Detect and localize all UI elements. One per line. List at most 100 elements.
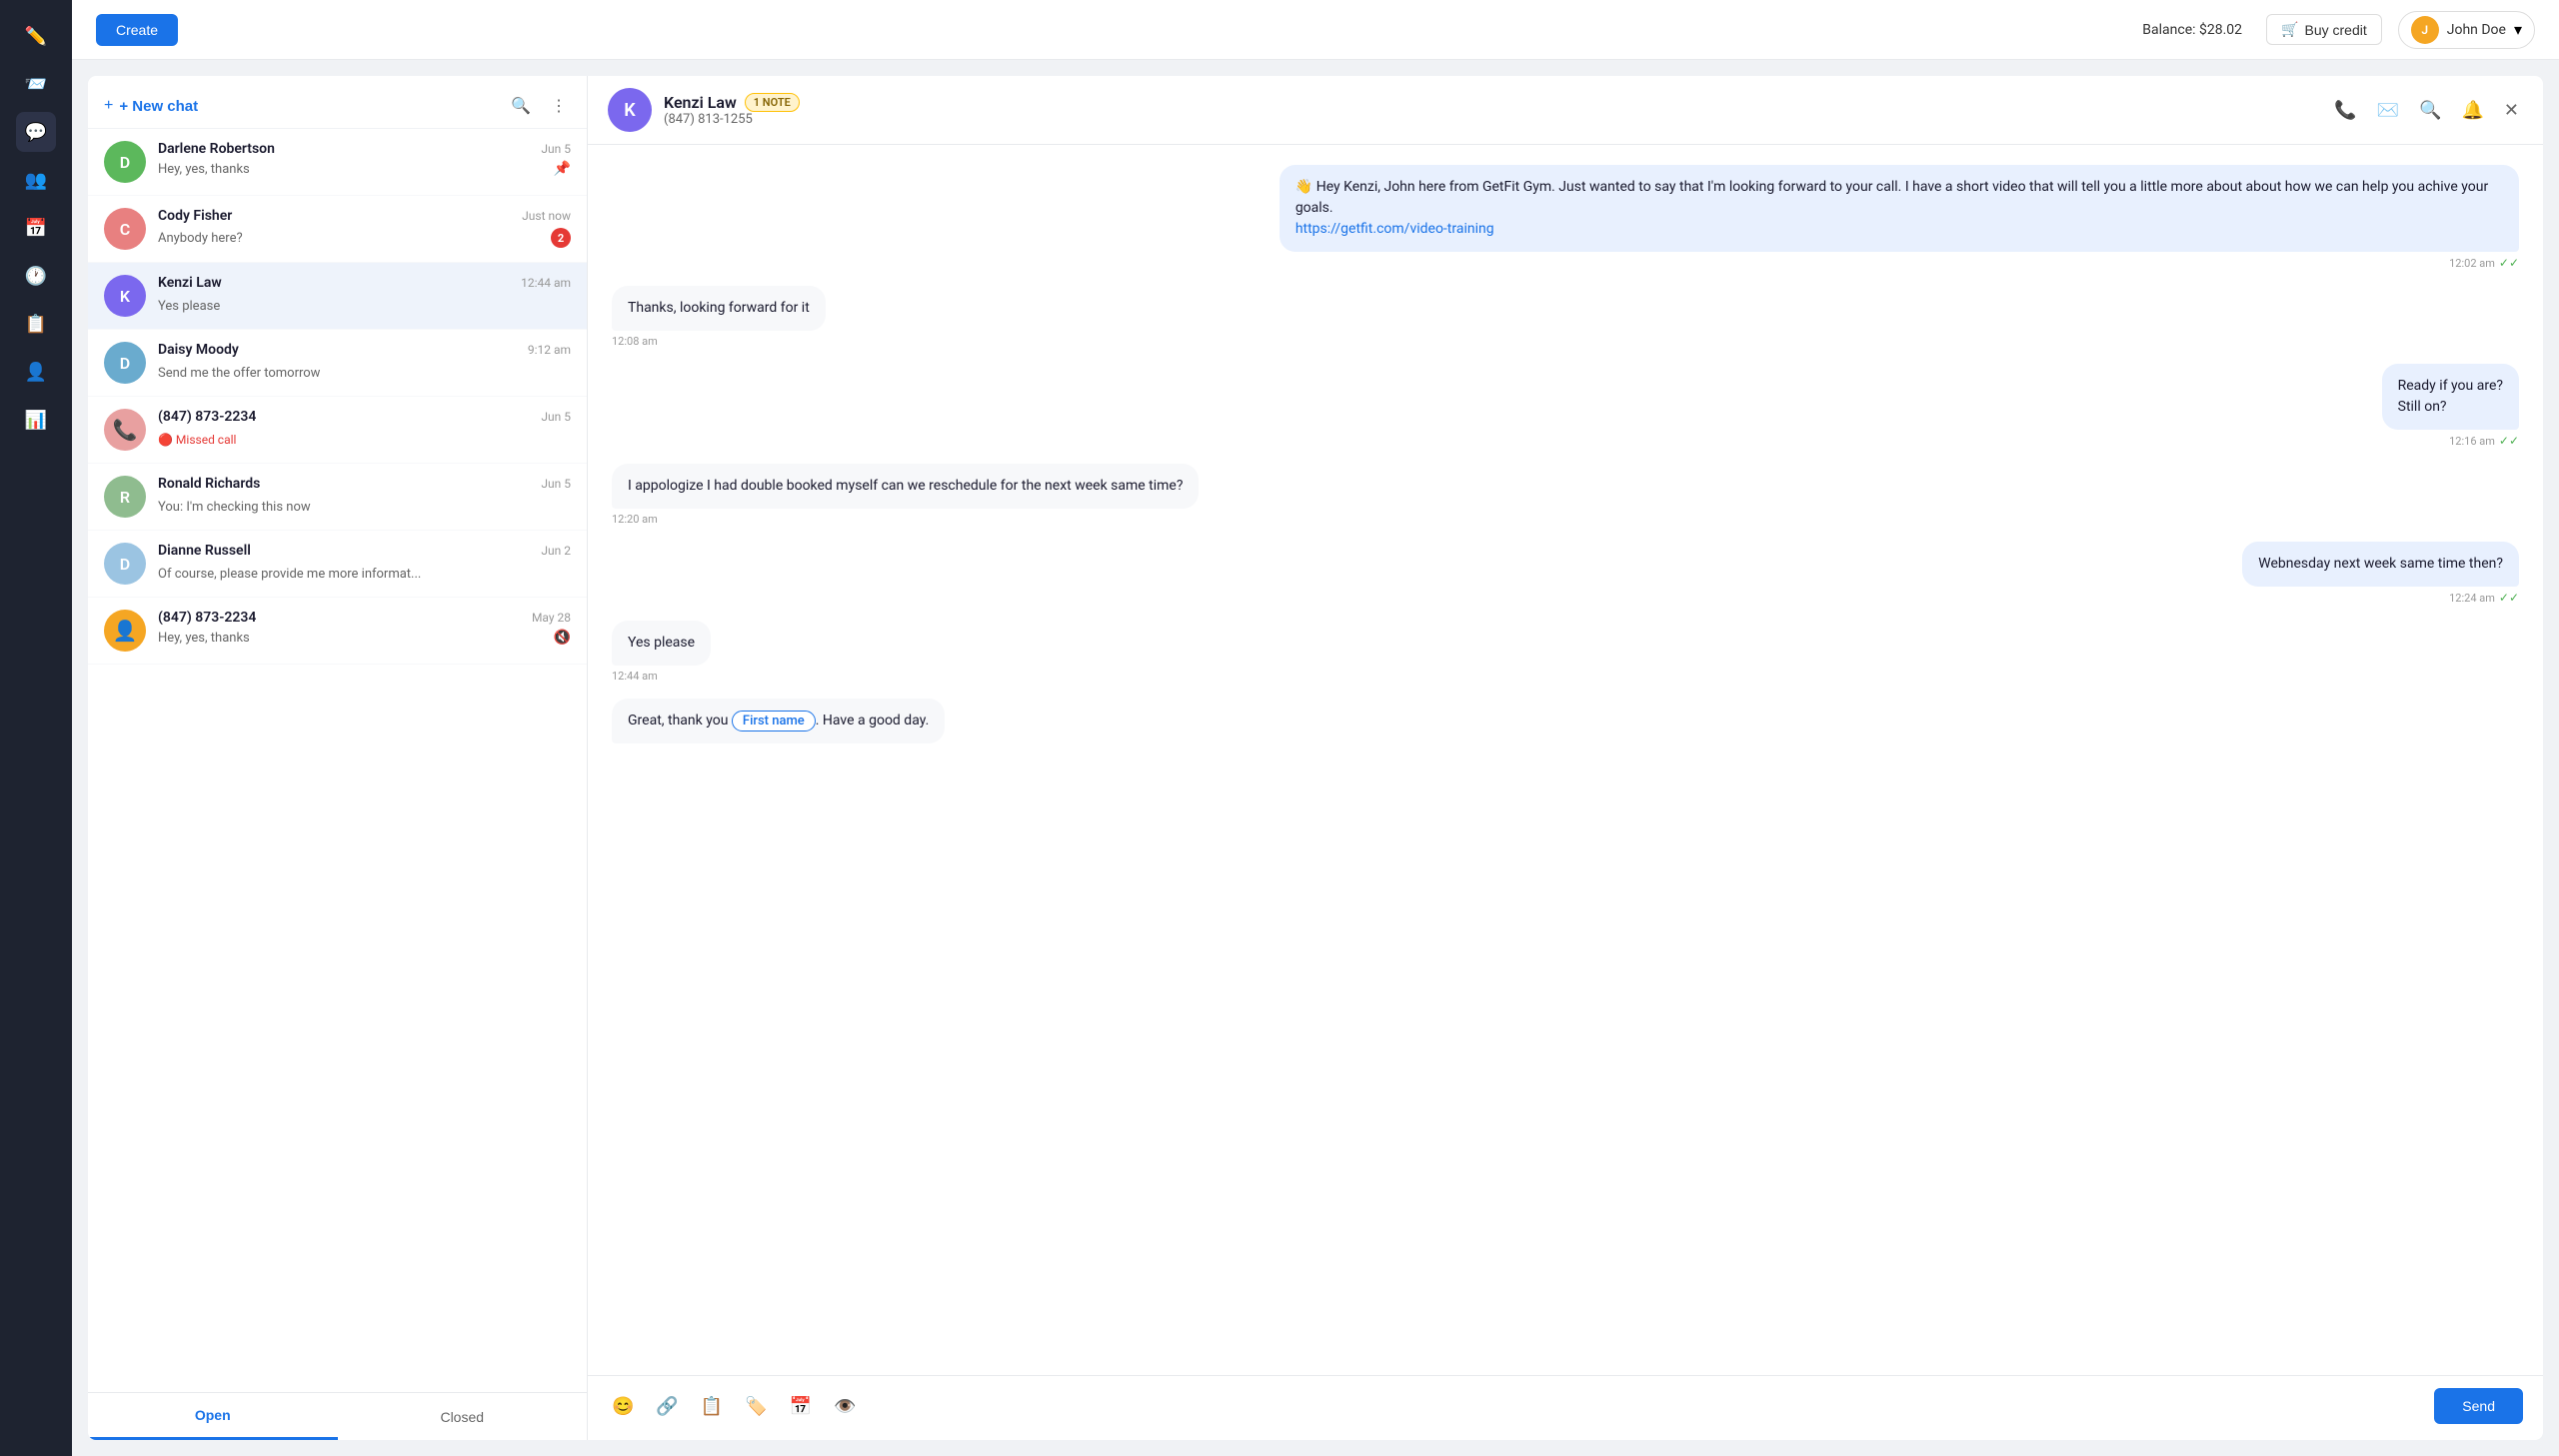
- chat-info-darlene: Darlene Robertson Jun 5 Hey, yes, thanks…: [158, 141, 571, 177]
- chat-item-kenzi[interactable]: K Kenzi Law 12:44 am Yes please: [88, 263, 587, 330]
- message-3: Ready if you are?Still on? 12:16 am ✓✓: [2382, 364, 2519, 448]
- message-text-4: I appologize I had double booked myself …: [628, 478, 1183, 494]
- create-button[interactable]: Create: [96, 14, 178, 46]
- chat-list-header-icons: 🔍 ⋮: [507, 92, 571, 120]
- messages-area: 👋 Hey Kenzi, John here from GetFit Gym. …: [588, 145, 2543, 1375]
- bot-button[interactable]: 👁️: [830, 1392, 860, 1421]
- email-button[interactable]: ✉️: [2373, 96, 2403, 125]
- message-bubble-4: I appologize I had double booked myself …: [612, 464, 1199, 509]
- top-bar: Create Balance: $28.02 🛒 Buy credit J Jo…: [72, 0, 2559, 60]
- chat-item-cody[interactable]: C Cody Fisher Just now Anybody here? 2: [88, 196, 587, 263]
- pin-icon-darlene: 📌: [554, 161, 571, 177]
- chat-list-header: + + New chat 🔍 ⋮: [88, 76, 587, 129]
- avatar-kenzi: K: [104, 275, 146, 317]
- chat-header-actions: 📞 ✉️ 🔍 🔔 ✕: [2330, 96, 2523, 125]
- message-4: I appologize I had double booked myself …: [612, 464, 1199, 526]
- message-time-6: 12:44 am: [612, 670, 658, 683]
- chat-info-dianne: Dianne Russell Jun 2 Of course, please p…: [158, 543, 571, 582]
- nav-team[interactable]: 👤: [16, 352, 56, 392]
- tab-closed[interactable]: Closed: [338, 1393, 588, 1440]
- tab-open[interactable]: Open: [88, 1393, 338, 1440]
- new-chat-button[interactable]: + + New chat: [104, 97, 198, 115]
- chat-name-ronald: Ronald Richards: [158, 476, 260, 492]
- nav-inbox[interactable]: 📨: [16, 64, 56, 104]
- nav-contacts[interactable]: 👥: [16, 160, 56, 200]
- message-link-1[interactable]: https://getfit.com/video-training: [1295, 221, 1494, 237]
- message-time-1: 12:02 am: [2449, 257, 2495, 270]
- chat-preview-dianne: Of course, please provide me more inform…: [158, 567, 421, 582]
- buy-credit-button[interactable]: 🛒 Buy credit: [2266, 14, 2382, 45]
- close-chat-button[interactable]: ✕: [2500, 96, 2523, 125]
- notification-button[interactable]: 🔔: [2457, 96, 2487, 125]
- chat-time-phone2: May 28: [532, 611, 571, 625]
- chat-time-kenzi: 12:44 am: [521, 276, 571, 290]
- search-messages-button[interactable]: 🔍: [2415, 96, 2445, 125]
- chat-name-phone1: (847) 873-2234: [158, 409, 256, 425]
- nav-calendar[interactable]: 📅: [16, 208, 56, 248]
- chat-tabs: Open Closed: [88, 1392, 587, 1440]
- nav-analytics[interactable]: 📊: [16, 400, 56, 440]
- avatar-dianne: D: [104, 543, 146, 585]
- chat-time-darlene: Jun 5: [541, 142, 571, 156]
- template-button[interactable]: 📋: [697, 1392, 727, 1421]
- nav-compose[interactable]: ✏️: [16, 16, 56, 56]
- nav-history[interactable]: 🕐: [16, 256, 56, 296]
- cart-icon: 🛒: [2281, 21, 2298, 38]
- chat-item-darlene[interactable]: D Darlene Robertson Jun 5 Hey, yes, than…: [88, 129, 587, 196]
- send-button[interactable]: Send: [2434, 1388, 2523, 1424]
- emoji-button[interactable]: 😊: [608, 1392, 638, 1421]
- chat-preview-kenzi: Yes please: [158, 299, 220, 314]
- buy-credit-label: Buy credit: [2304, 22, 2366, 38]
- user-menu[interactable]: J John Doe ▾: [2398, 11, 2535, 49]
- message-meta-3: 12:16 am ✓✓: [2449, 434, 2519, 448]
- schedule-button[interactable]: 📅: [786, 1392, 816, 1421]
- message-meta-2: 12:08 am: [612, 335, 658, 348]
- avatar-cody: C: [104, 208, 146, 250]
- message-2: Thanks, looking forward for it 12:08 am: [612, 286, 826, 348]
- chat-info-kenzi: Kenzi Law 12:44 am Yes please: [158, 275, 571, 314]
- chat-input-area: 😊 🔗 📋 🏷️ 📅 👁️ Send: [588, 1375, 2543, 1440]
- chat-name-darlene: Darlene Robertson: [158, 141, 275, 157]
- chat-item-phone1[interactable]: 📞 (847) 873-2234 Jun 5 🔴 Missed call: [88, 397, 587, 464]
- message-time-5: 12:24 am: [2449, 592, 2495, 605]
- chat-info-phone2: (847) 873-2234 May 28 Hey, yes, thanks 🔇: [158, 610, 571, 646]
- user-name-label: John Doe: [2447, 22, 2506, 38]
- content-area: + + New chat 🔍 ⋮ D Darlene Robertson Jun…: [72, 60, 2559, 1456]
- chat-window: K Kenzi Law 1 NOTE (847) 813-1255 📞 ✉️ 🔍…: [588, 76, 2543, 1440]
- attachment-button[interactable]: 🔗: [652, 1392, 682, 1421]
- chat-time-ronald: Jun 5: [541, 477, 571, 491]
- chat-time-phone1: Jun 5: [541, 410, 571, 424]
- avatar-phone2: 👤: [104, 610, 146, 652]
- more-options-button[interactable]: ⋮: [547, 92, 571, 120]
- nav-tasks[interactable]: 📋: [16, 304, 56, 344]
- message-text-1: 👋 Hey Kenzi, John here from GetFit Gym. …: [1295, 179, 2488, 216]
- left-nav: ✏️ 📨 💬 👥 📅 🕐 📋 👤 📊: [0, 0, 72, 1456]
- chat-item-ronald[interactable]: R Ronald Richards Jun 5 You: I'm checkin…: [88, 464, 587, 531]
- chat-list: D Darlene Robertson Jun 5 Hey, yes, than…: [88, 129, 587, 1392]
- message-meta-5: 12:24 am ✓✓: [2449, 591, 2519, 605]
- chevron-down-icon: ▾: [2514, 20, 2522, 39]
- template-variable-firstname[interactable]: First name: [732, 711, 816, 731]
- message-5: Webnesday next week same time then? 12:2…: [2242, 542, 2519, 605]
- chat-name-daisy: Daisy Moody: [158, 342, 239, 358]
- chat-preview-cody: Anybody here?: [158, 231, 243, 246]
- message-text-2: Thanks, looking forward for it: [628, 300, 810, 316]
- chat-item-dianne[interactable]: D Dianne Russell Jun 2 Of course, please…: [88, 531, 587, 598]
- avatar-phone1: 📞: [104, 409, 146, 451]
- chat-item-phone2[interactable]: 👤 (847) 873-2234 May 28 Hey, yes, thanks…: [88, 598, 587, 665]
- chat-preview-daisy: Send me the offer tomorrow: [158, 366, 320, 381]
- chat-item-daisy[interactable]: D Daisy Moody 9:12 am Send me the offer …: [88, 330, 587, 397]
- chat-name-dianne: Dianne Russell: [158, 543, 251, 559]
- plus-icon: +: [104, 97, 113, 115]
- search-button[interactable]: 🔍: [507, 92, 535, 120]
- message-bubble-5: Webnesday next week same time then?: [2242, 542, 2519, 587]
- message-bubble-6: Yes please: [612, 621, 711, 666]
- tag-button[interactable]: 🏷️: [741, 1392, 771, 1421]
- call-button[interactable]: 📞: [2330, 96, 2360, 125]
- chat-time-dianne: Jun 2: [541, 544, 571, 558]
- chat-preview-phone2: Hey, yes, thanks: [158, 631, 250, 646]
- nav-chat[interactable]: 💬: [16, 112, 56, 152]
- main-area: Create Balance: $28.02 🛒 Buy credit J Jo…: [72, 0, 2559, 1456]
- message-time-3: 12:16 am: [2449, 435, 2495, 448]
- message-text-before-7: Great, thank you: [628, 713, 732, 728]
